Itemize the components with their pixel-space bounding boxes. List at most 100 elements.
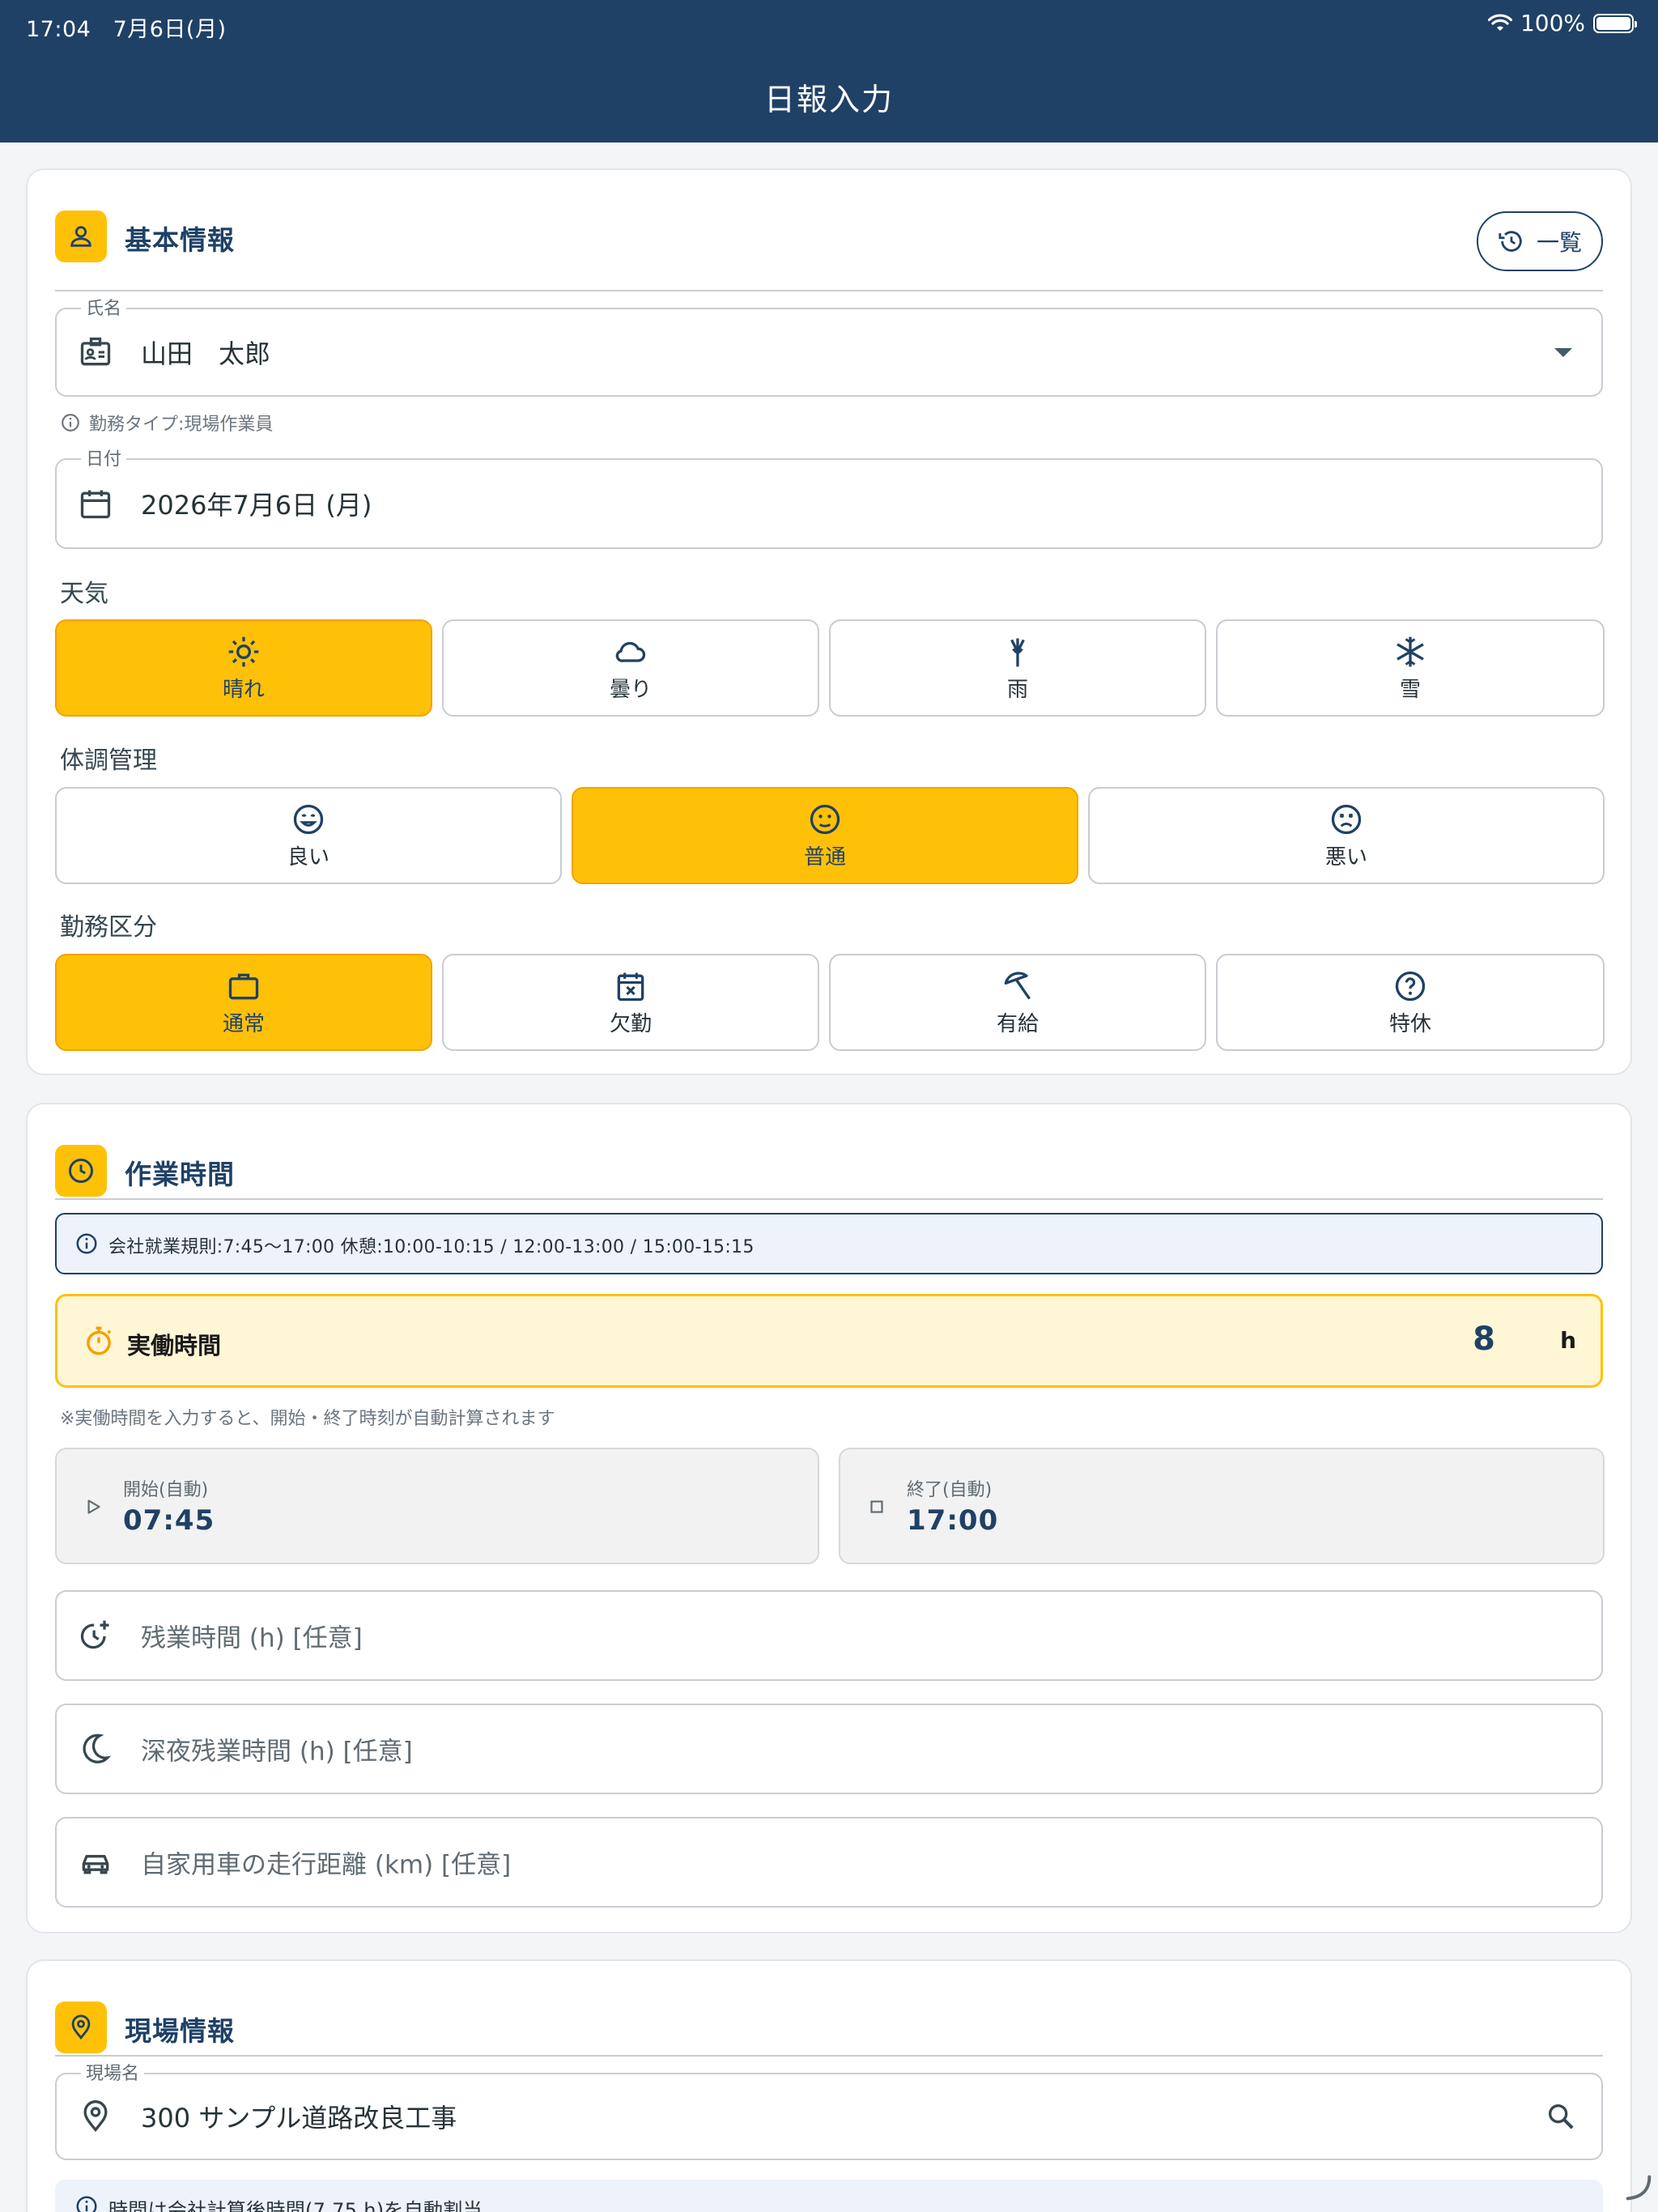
attendance-normal-label: 通常 xyxy=(222,1011,265,1036)
weather-cloudy-button[interactable]: 曇り xyxy=(442,619,819,717)
site-name-value: 300 サンプル道路改良工事 xyxy=(141,2103,457,2133)
work-type-note: 勤務タイプ:現場作業員 xyxy=(60,410,273,436)
history-icon xyxy=(1499,231,1522,252)
weather-label: 天気 xyxy=(60,580,108,608)
weather-sunny-button[interactable]: 晴れ xyxy=(55,619,432,717)
attendance-paid-leave-button[interactable]: 有給 xyxy=(829,954,1206,1051)
work-time-card: 作業時間 会社就業規則:7:45〜17:00 休憩:10:00-10:15 / … xyxy=(26,1103,1632,1933)
end-time-value: 17:00 xyxy=(907,1504,999,1537)
actual-hours-unit: h xyxy=(1560,1327,1576,1354)
sun-icon xyxy=(228,636,259,666)
night-overtime-placeholder: 深夜残業時間 (h) [任意] xyxy=(141,1737,413,1767)
name-value: 山田 太郎 xyxy=(141,338,271,369)
date-field[interactable]: 日付 2026年7月6日 (月) xyxy=(55,445,1603,549)
battery-icon xyxy=(1593,13,1637,33)
help-circle-icon xyxy=(1395,971,1426,1001)
info-icon xyxy=(76,1233,97,1254)
attendance-label: 勤務区分 xyxy=(60,913,157,942)
work-rules-text: 会社就業規則:7:45〜17:00 休憩:10:00-10:15 / 12:00… xyxy=(108,1237,755,1257)
id-badge-icon xyxy=(80,337,111,366)
wifi-icon xyxy=(1487,14,1512,31)
start-time-value: 07:45 xyxy=(123,1504,215,1537)
basic-info-title: 基本情報 xyxy=(125,224,235,256)
neutral-face-icon xyxy=(810,804,840,834)
start-time-field: 開始(自動) 07:45 xyxy=(55,1448,819,1564)
attendance-special-leave-button[interactable]: 特休 xyxy=(1216,954,1605,1051)
work-rules-banner: 会社就業規則:7:45〜17:00 休憩:10:00-10:15 / 12:00… xyxy=(55,1213,1603,1274)
night-overtime-input[interactable]: 深夜残業時間 (h) [任意] xyxy=(55,1704,1603,1794)
date-value: 2026年7月6日 (月) xyxy=(141,490,372,521)
overtime-placeholder: 残業時間 (h) [任意] xyxy=(141,1623,363,1653)
name-label: 氏名 xyxy=(81,294,127,320)
scroll-indicator-icon xyxy=(1626,2175,1652,2201)
site-name-label: 現場名 xyxy=(81,2059,145,2085)
weather-sunny-label: 晴れ xyxy=(222,677,265,702)
list-button-label: 一覧 xyxy=(1536,229,1582,256)
auto-assign-banner: 時間は会社計算後時間(7.75 h)を自動割当 xyxy=(55,2180,1603,2212)
mileage-input[interactable]: 自家用車の走行距離 (km) [任意] xyxy=(55,1817,1603,1908)
chevron-down-icon xyxy=(1554,348,1572,357)
health-bad-button[interactable]: 悪い xyxy=(1088,787,1605,884)
map-pin-icon xyxy=(83,2100,108,2133)
stop-icon xyxy=(870,1500,883,1513)
health-good-button[interactable]: 良い xyxy=(55,787,562,884)
weather-rain-label: 雨 xyxy=(1006,677,1028,702)
auto-calc-note: ※実働時間を入力すると、開始・終了時刻が自動計算されます xyxy=(60,1409,555,1429)
health-label: 体調管理 xyxy=(60,747,157,775)
attendance-paid-leave-label: 有給 xyxy=(996,1011,1039,1036)
actual-hours-value: 8 xyxy=(1473,1321,1495,1358)
search-icon[interactable] xyxy=(1545,2100,1577,2133)
site-info-title: 現場情報 xyxy=(125,2015,235,2047)
weather-rain-button[interactable]: 雨 xyxy=(829,619,1206,717)
cloud-icon xyxy=(615,641,646,662)
actual-hours-field[interactable]: 実働時間 8 h xyxy=(55,1294,1603,1388)
play-icon xyxy=(87,1499,100,1514)
overtime-input[interactable]: 残業時間 (h) [任意] xyxy=(55,1590,1603,1681)
sad-face-icon xyxy=(1331,804,1362,834)
end-time-field: 終了(自動) 17:00 xyxy=(839,1448,1605,1564)
car-icon xyxy=(82,1855,109,1874)
site-info-card: 現場情報 現場名 300 サンプル道路改良工事 時間は会社計算後時間(7.75 … xyxy=(26,1959,1632,2212)
clock-plus-icon xyxy=(80,1620,109,1649)
start-time-label: 開始(自動) xyxy=(123,1480,209,1500)
attendance-special-leave-label: 特休 xyxy=(1388,1011,1431,1036)
attendance-normal-button[interactable]: 通常 xyxy=(55,954,432,1051)
weather-snow-button[interactable]: 雪 xyxy=(1216,619,1605,717)
work-time-title: 作業時間 xyxy=(125,1159,235,1190)
calendar-icon xyxy=(80,490,111,519)
battery-percent: 100% xyxy=(1520,10,1585,36)
end-time-label: 終了(自動) xyxy=(907,1480,993,1500)
status-indicators: 100% xyxy=(1487,10,1637,36)
health-bad-label: 悪い xyxy=(1324,844,1367,870)
mileage-placeholder: 自家用車の走行距離 (km) [任意] xyxy=(141,1850,512,1880)
app-bar: 17:04 7月6日(月) 100% 日報入力 xyxy=(0,0,1658,143)
health-good-label: 良い xyxy=(287,844,329,870)
status-time: 17:04 7月6日(月) xyxy=(26,17,227,42)
info-icon xyxy=(76,2196,97,2212)
health-normal-label: 普通 xyxy=(803,844,846,870)
calendar-x-icon xyxy=(617,972,644,1001)
name-select[interactable]: 氏名 山田 太郎 xyxy=(55,294,1603,397)
page-title: 日報入力 xyxy=(763,82,894,117)
umbrella-icon xyxy=(1010,638,1025,666)
list-button[interactable]: 一覧 xyxy=(1477,211,1603,271)
stopwatch-icon xyxy=(87,1326,112,1355)
location-icon xyxy=(55,2001,107,2053)
briefcase-icon xyxy=(228,973,259,999)
actual-hours-label: 実働時間 xyxy=(127,1332,222,1359)
moon-icon xyxy=(83,1733,112,1763)
weather-cloudy-label: 曇り xyxy=(609,677,652,702)
weather-snow-label: 雪 xyxy=(1399,677,1421,702)
attendance-absent-label: 欠勤 xyxy=(609,1011,652,1036)
attendance-absent-button[interactable]: 欠勤 xyxy=(442,954,819,1051)
date-label: 日付 xyxy=(81,445,127,470)
smile-icon xyxy=(293,804,324,834)
clock-icon xyxy=(55,1145,107,1197)
snowflake-icon xyxy=(1397,636,1424,666)
basic-info-card: 基本情報 一覧 氏名 山田 太郎 勤務タイプ:現場作業員 日付 2026年7月6… xyxy=(26,168,1632,1075)
site-name-field[interactable]: 現場名 300 サンプル道路改良工事 xyxy=(55,2059,1603,2160)
beach-umbrella-icon xyxy=(1004,971,1031,1000)
person-icon xyxy=(55,211,107,262)
health-normal-button[interactable]: 普通 xyxy=(572,787,1078,884)
info-icon xyxy=(62,414,79,432)
